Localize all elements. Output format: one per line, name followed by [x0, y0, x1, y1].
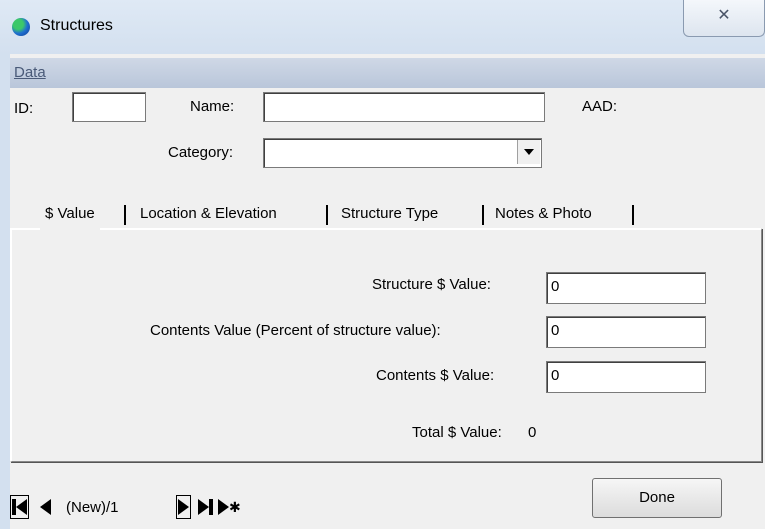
contents-percent-field[interactable]: 0	[546, 316, 706, 348]
first-record-button[interactable]	[10, 495, 29, 519]
triangle-right-icon	[198, 499, 209, 515]
chevron-down-icon	[524, 149, 534, 155]
total-value-label: Total $ Value:	[412, 424, 502, 441]
bar-icon	[209, 499, 213, 515]
window-title: Structures	[40, 17, 113, 34]
tab-value[interactable]: $ Value	[40, 198, 100, 230]
triangle-left-icon	[16, 499, 27, 515]
tab-location-elevation[interactable]: Location & Elevation	[135, 198, 282, 230]
structure-value-field[interactable]: 0	[546, 272, 706, 304]
title-bar	[0, 0, 765, 54]
window-frame-left	[0, 0, 10, 529]
tab-divider	[124, 205, 126, 225]
category-label: Category:	[168, 144, 234, 161]
id-field[interactable]	[72, 92, 146, 122]
close-button[interactable]: ✕	[683, 0, 765, 37]
triangle-right-icon	[218, 499, 229, 515]
triangle-right-icon	[178, 499, 189, 515]
structure-value-label: Structure $ Value:	[372, 276, 491, 293]
tab-divider	[632, 205, 634, 225]
tab-divider	[482, 205, 484, 225]
new-record-button[interactable]: ✱	[218, 497, 241, 517]
total-value: 0	[528, 424, 537, 441]
contents-value-field[interactable]: 0	[546, 361, 706, 393]
done-button[interactable]: Done	[592, 478, 722, 518]
category-select[interactable]	[263, 138, 542, 168]
id-label: ID:	[14, 100, 34, 117]
contents-value-label: Contents $ Value:	[376, 367, 495, 384]
menu-data[interactable]: Data	[14, 64, 46, 81]
contents-percent-label: Contents Value (Percent of structure val…	[150, 322, 441, 339]
app-globe-icon	[12, 18, 30, 36]
tab-notes-photo[interactable]: Notes & Photo	[490, 198, 597, 230]
menu-bar	[10, 58, 765, 88]
record-position: (New)/1	[66, 499, 119, 516]
previous-record-button[interactable]	[40, 497, 51, 517]
last-record-button[interactable]	[198, 497, 213, 517]
aad-label: AAD:	[582, 98, 618, 115]
name-label: Name:	[190, 98, 235, 115]
next-record-button[interactable]	[176, 495, 191, 519]
asterisk-icon: ✱	[229, 499, 241, 515]
name-field[interactable]	[263, 92, 545, 122]
tab-structure-type[interactable]: Structure Type	[336, 198, 443, 230]
tab-divider	[326, 205, 328, 225]
category-dropdown-button[interactable]	[517, 140, 540, 164]
triangle-left-icon	[40, 499, 51, 515]
